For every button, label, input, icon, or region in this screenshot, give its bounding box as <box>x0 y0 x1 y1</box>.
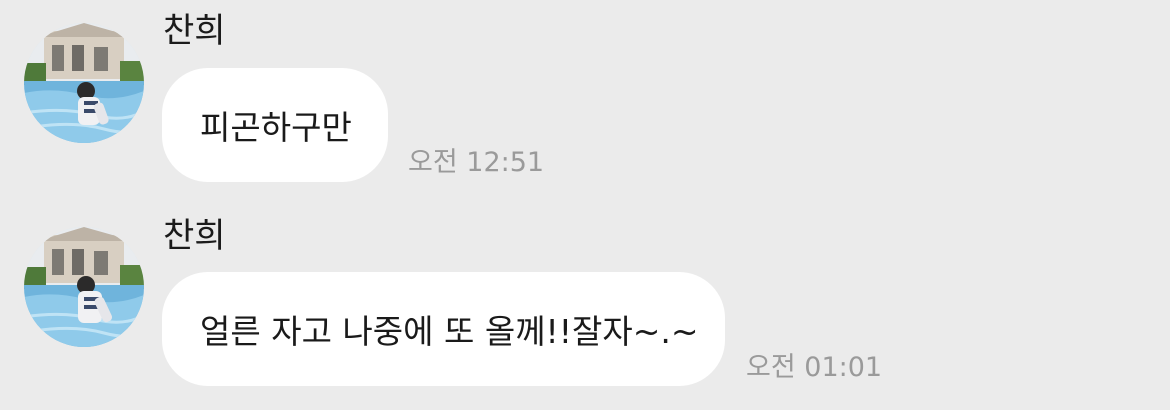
message-bubble[interactable]: 얼른 자고 나중에 또 올께!!잘자~.~ <box>162 272 725 386</box>
avatar[interactable] <box>24 23 144 143</box>
message-timestamp: 오전 01:01 <box>746 352 883 383</box>
message-timestamp: 오전 12:51 <box>408 147 545 178</box>
profile-photo-pool-icon <box>24 227 144 347</box>
message-text: 얼른 자고 나중에 또 올께!!잘자~.~ <box>200 312 699 351</box>
message-text: 피곤하구만 <box>200 108 352 147</box>
sender-name: 찬희 <box>163 11 226 51</box>
message-bubble[interactable]: 피곤하구만 <box>162 68 388 182</box>
avatar[interactable] <box>24 227 144 347</box>
profile-photo-pool-icon <box>24 23 144 143</box>
sender-name: 찬희 <box>163 216 226 256</box>
